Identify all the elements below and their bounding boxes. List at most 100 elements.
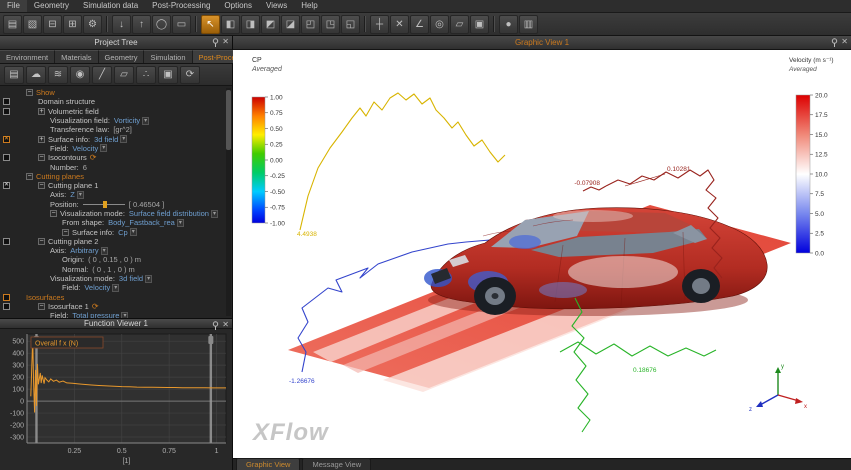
- tree-row[interactable]: Visualization field:Vorticity▾: [0, 116, 232, 125]
- tree-row[interactable]: −Cutting planes: [0, 172, 232, 181]
- new-document-button[interactable]: ▤: [3, 15, 22, 34]
- tab-geometry[interactable]: Geometry: [99, 50, 145, 63]
- tab-environment[interactable]: Environment: [0, 50, 55, 63]
- checkbox[interactable]: [3, 294, 10, 301]
- record-animation-tool-icon[interactable]: ▣: [158, 66, 178, 84]
- probe-point-tool-icon[interactable]: ◉: [70, 66, 90, 84]
- zoom-area-button[interactable]: ◎: [430, 15, 449, 34]
- checkbox[interactable]: [3, 98, 10, 105]
- tree-toggle[interactable]: +: [38, 136, 45, 143]
- open-project-button[interactable]: ▧: [23, 15, 42, 34]
- chevron-down-icon[interactable]: ▾: [77, 191, 84, 199]
- tree-row[interactable]: Domain structure: [0, 97, 232, 106]
- tree-row[interactable]: Position:[ 0.46504 ]: [0, 200, 232, 209]
- checkbox[interactable]: [3, 303, 10, 310]
- measure-angle-button[interactable]: ∠: [410, 15, 429, 34]
- view-back-button[interactable]: ◩: [261, 15, 280, 34]
- tree-value[interactable]: 3d field: [119, 274, 143, 283]
- tree-toggle[interactable]: −: [50, 210, 57, 217]
- tab-message-view[interactable]: Message View: [302, 458, 371, 470]
- close-icon[interactable]: ✕: [222, 37, 229, 47]
- pin-icon[interactable]: [212, 38, 219, 47]
- streamlines-tool-icon[interactable]: ≋: [48, 66, 68, 84]
- view-left-button[interactable]: ◪: [281, 15, 300, 34]
- move-entity-button[interactable]: ┼: [370, 15, 389, 34]
- slider-handle[interactable]: [103, 201, 107, 208]
- tab-graphic-view[interactable]: Graphic View: [236, 458, 300, 470]
- tree-value[interactable]: Cp: [118, 228, 128, 237]
- tree-value[interactable]: Body_Fastback_rea: [108, 218, 175, 227]
- chevron-down-icon[interactable]: ▾: [211, 210, 218, 218]
- checkbox[interactable]: [3, 154, 10, 161]
- chevron-down-icon[interactable]: ▾: [100, 144, 107, 152]
- select-cursor-button[interactable]: ↖: [201, 15, 220, 34]
- view-top-button[interactable]: ◳: [321, 15, 340, 34]
- tree-value[interactable]: Total pressure: [72, 311, 119, 318]
- chevron-down-icon[interactable]: ▾: [145, 275, 152, 283]
- tree-row[interactable]: ✕−Cutting plane 1: [0, 181, 232, 190]
- tree-toggle[interactable]: −: [38, 238, 45, 245]
- menu-geometry[interactable]: Geometry: [27, 0, 76, 12]
- probe-plane-tool-icon[interactable]: ▱: [114, 66, 134, 84]
- tree-value[interactable]: 3d field: [94, 135, 118, 144]
- tree-value[interactable]: Vorticity: [114, 116, 140, 125]
- tree-row[interactable]: From shape:Body_Fastback_rea▾: [0, 218, 232, 227]
- graphic-viewport[interactable]: 4.4938-1.26676: [233, 50, 851, 458]
- view-iso-button[interactable]: ◧: [221, 15, 240, 34]
- tree-toggle[interactable]: −: [62, 229, 69, 236]
- tree-value[interactable]: Z: [70, 190, 75, 199]
- position-slider[interactable]: [83, 201, 125, 208]
- tree-row[interactable]: +Volumetric field: [0, 107, 232, 116]
- checkbox[interactable]: ✕: [3, 136, 10, 143]
- menu-simulation-data[interactable]: Simulation data: [76, 0, 145, 12]
- tree-row[interactable]: −Visualization mode:Surface field distri…: [0, 209, 232, 218]
- refresh-tool-icon[interactable]: ⟳: [180, 66, 200, 84]
- tree-row[interactable]: −Isosurface 1⟳: [0, 302, 232, 311]
- tree-row[interactable]: Number:6: [0, 162, 232, 171]
- tree-row[interactable]: Visualization mode:3d field▾: [0, 274, 232, 283]
- pin-icon[interactable]: [831, 38, 838, 47]
- tree-value[interactable]: 6: [83, 163, 87, 172]
- cutting-plane-tool-icon[interactable]: ▤: [4, 66, 24, 84]
- delete-entity-button[interactable]: ✕: [390, 15, 409, 34]
- tree-row[interactable]: −Surface info:Cp▾: [0, 227, 232, 236]
- tree-row[interactable]: Field:Total pressure▾: [0, 311, 232, 318]
- render-mode-button[interactable]: ●: [499, 15, 518, 34]
- tree-toggle[interactable]: −: [38, 303, 45, 310]
- chevron-down-icon[interactable]: ▾: [130, 228, 137, 236]
- menu-help[interactable]: Help: [294, 0, 324, 12]
- checkbox[interactable]: [3, 108, 10, 115]
- range-marker[interactable]: [210, 334, 212, 443]
- fit-view-button[interactable]: ▭: [172, 15, 191, 34]
- chevron-down-icon[interactable]: ▾: [101, 247, 108, 255]
- tree-value[interactable]: Surface field distribution: [129, 209, 209, 218]
- menu-views[interactable]: Views: [259, 0, 294, 12]
- tree-row[interactable]: ✕+Surface info:3d field▾: [0, 134, 232, 143]
- probe-line-tool-icon[interactable]: ╱: [92, 66, 112, 84]
- tree-value[interactable]: Arbitrary: [70, 246, 98, 255]
- tree-row[interactable]: Transference law:[gr^2]: [0, 125, 232, 134]
- open-function-viewer-button[interactable]: ▥: [519, 15, 538, 34]
- checkbox[interactable]: [3, 238, 10, 245]
- tree-row[interactable]: Origin:( 0 , 0.15 , 0 ) m: [0, 255, 232, 264]
- tree-toggle[interactable]: −: [38, 154, 45, 161]
- tree-row[interactable]: Normal:( 0 , 1 , 0 ) m: [0, 265, 232, 274]
- tree-row[interactable]: Field:Velocity▾: [0, 283, 232, 292]
- tree-value[interactable]: Velocity: [72, 144, 98, 153]
- chevron-down-icon[interactable]: ▾: [177, 219, 184, 227]
- close-icon[interactable]: ✕: [841, 37, 848, 47]
- save-project-button[interactable]: ⊟: [43, 15, 62, 34]
- chevron-down-icon[interactable]: ▾: [121, 312, 128, 318]
- range-marker-handle[interactable]: [208, 336, 213, 344]
- import-data-button[interactable]: ↓: [112, 15, 131, 34]
- view-front-button[interactable]: ◨: [241, 15, 260, 34]
- tab-materials[interactable]: Materials: [55, 50, 98, 63]
- tree-row[interactable]: −Show: [0, 88, 232, 97]
- tree-value[interactable]: ( 0 , 1 , 0 ) m: [92, 265, 135, 274]
- particles-tool-icon[interactable]: ∴: [136, 66, 156, 84]
- tree-toggle[interactable]: −: [26, 89, 33, 96]
- tree-row[interactable]: Axis:Z▾: [0, 190, 232, 199]
- chevron-down-icon[interactable]: ▾: [120, 135, 127, 143]
- export-data-button[interactable]: ↑: [132, 15, 151, 34]
- tree-row[interactable]: −Cutting plane 2: [0, 237, 232, 246]
